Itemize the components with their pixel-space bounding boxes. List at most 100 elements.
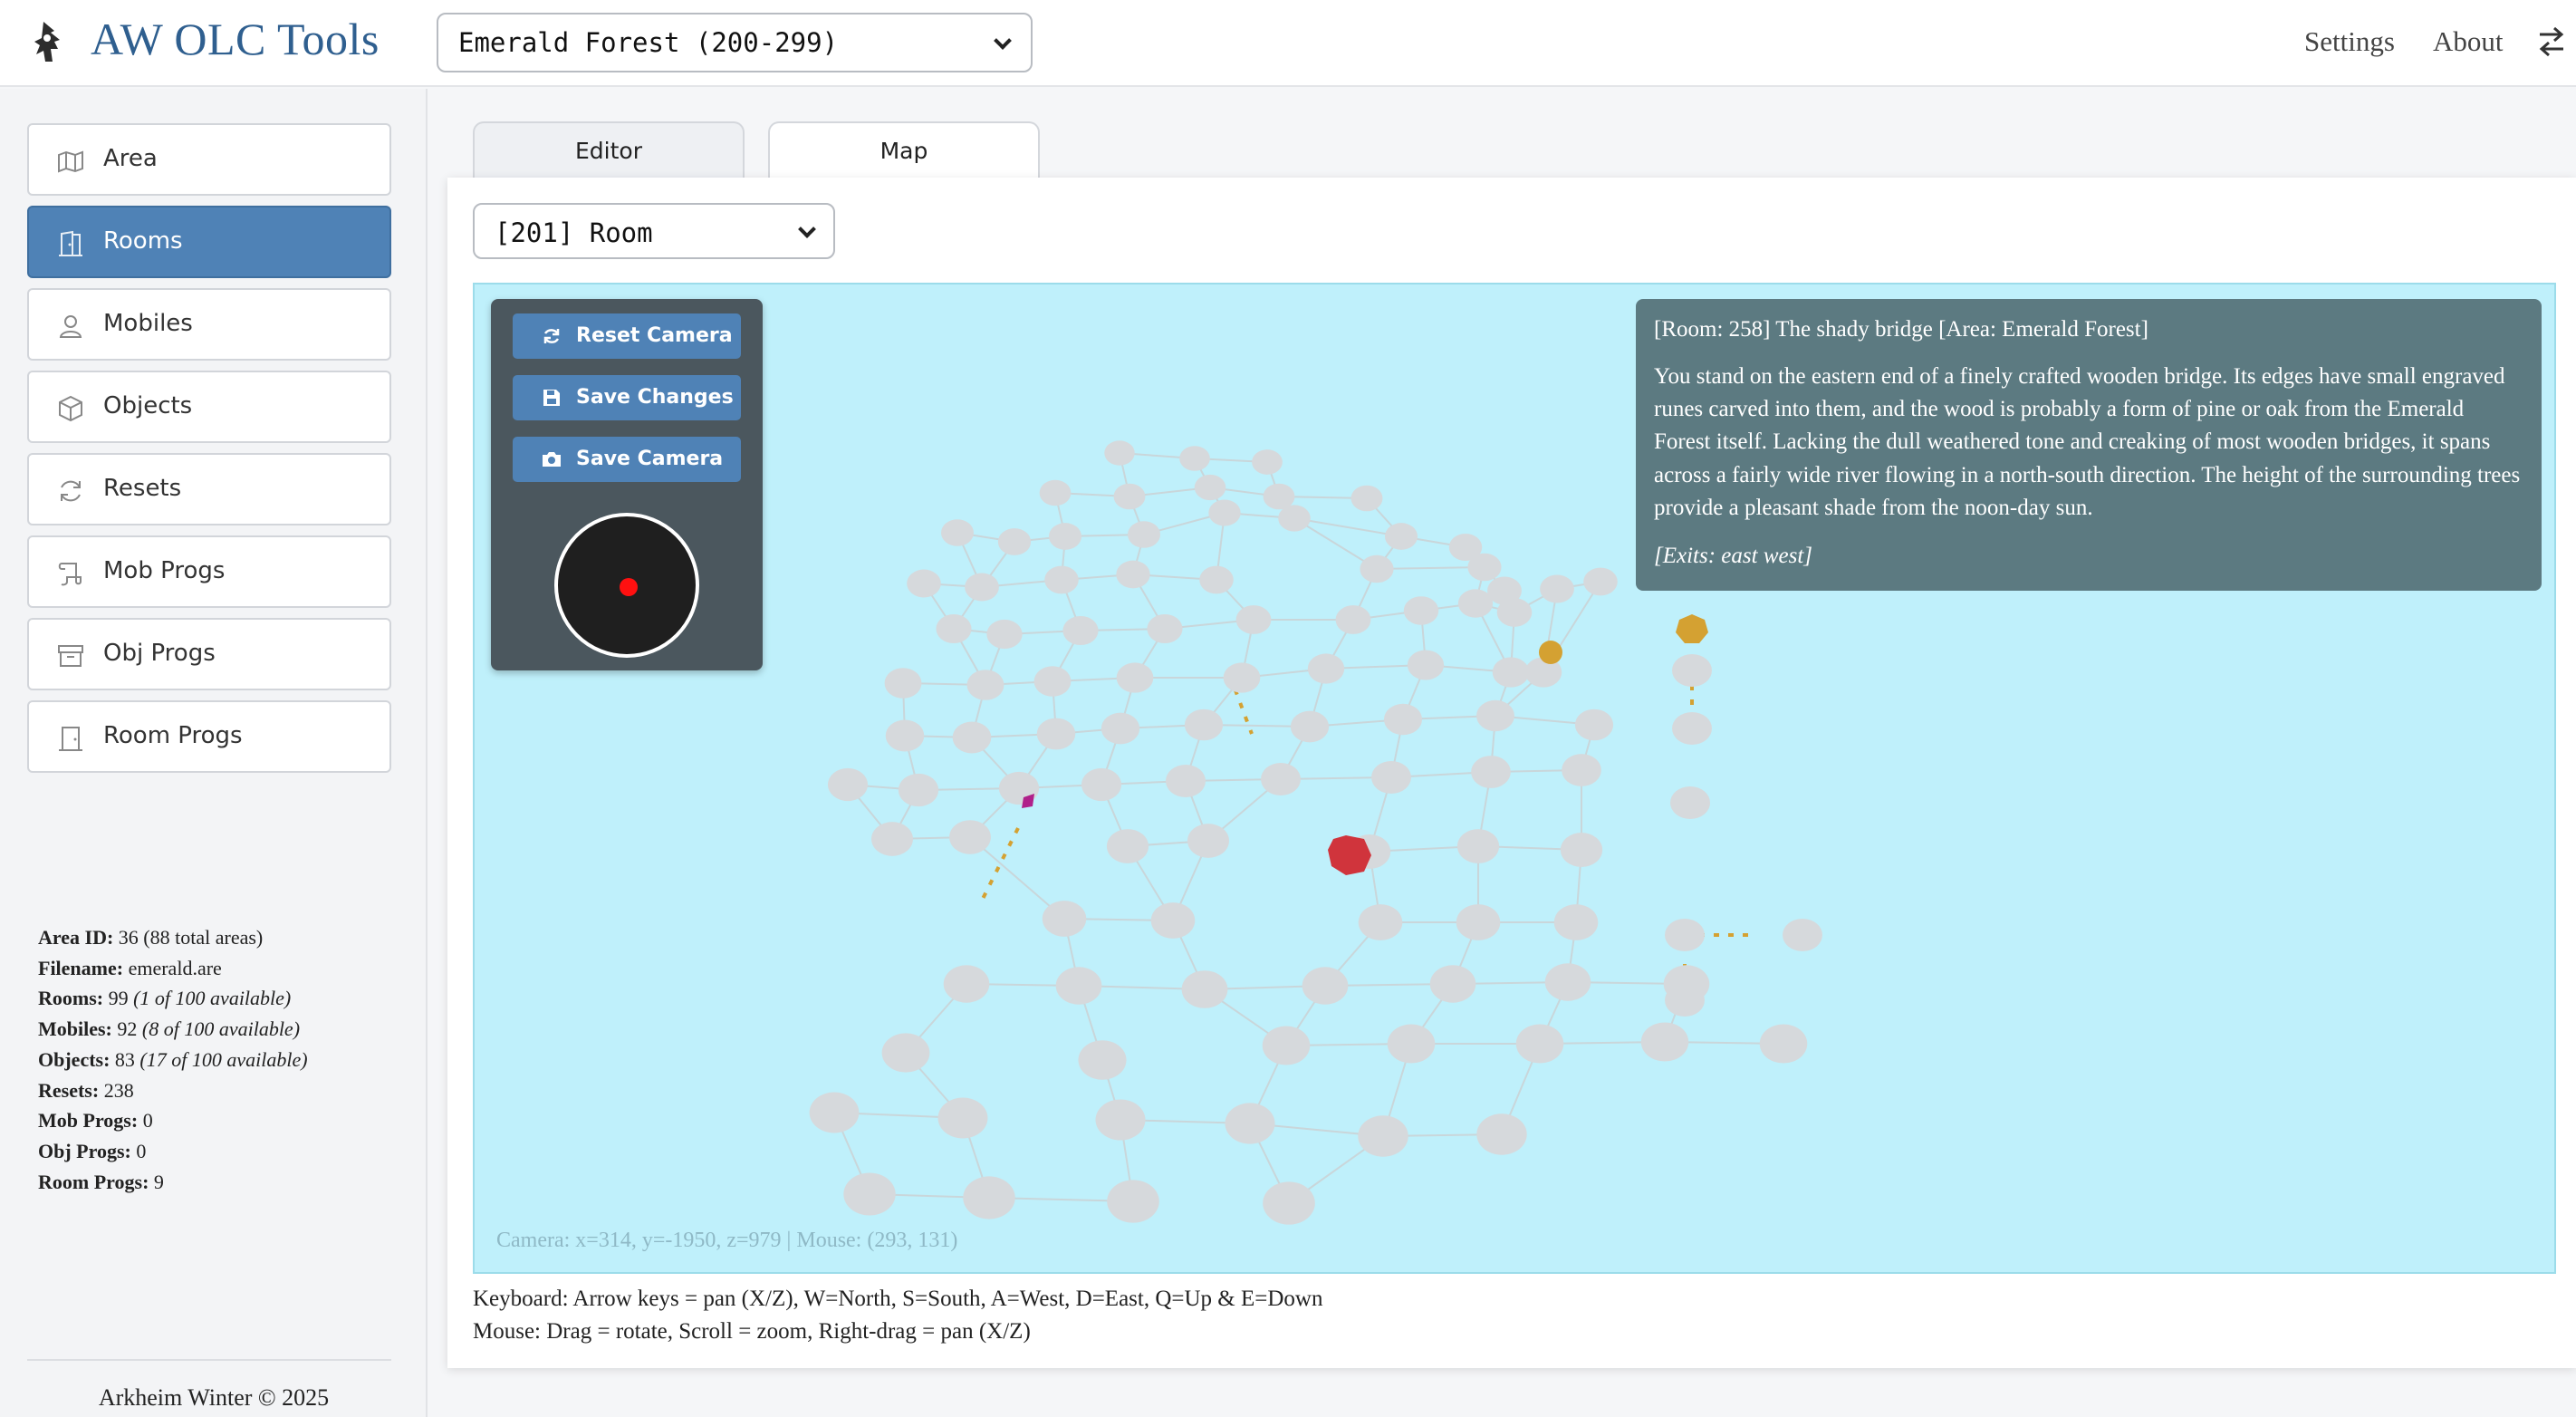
room-node[interactable] — [1583, 567, 1618, 596]
room-node[interactable] — [809, 1092, 860, 1133]
room-node[interactable] — [907, 569, 941, 598]
room-node[interactable] — [1107, 1180, 1159, 1223]
room-node[interactable] — [1104, 440, 1135, 466]
room-node[interactable] — [1335, 605, 1371, 634]
room-node[interactable] — [1471, 756, 1511, 788]
room-node[interactable] — [1302, 967, 1349, 1005]
room-node[interactable] — [943, 965, 990, 1003]
room-node[interactable] — [1290, 710, 1330, 743]
room-node[interactable] — [1560, 833, 1603, 867]
room-node[interactable] — [1358, 904, 1403, 940]
room-node[interactable] — [1263, 1181, 1315, 1225]
room-node[interactable] — [1261, 762, 1301, 796]
save-camera-button[interactable]: Save Camera — [513, 437, 741, 482]
room-node[interactable] — [884, 668, 922, 699]
room-node[interactable] — [1562, 754, 1601, 786]
room-node[interactable] — [1476, 699, 1514, 732]
room-node[interactable] — [871, 822, 913, 856]
room-node[interactable] — [1235, 605, 1272, 634]
sidebar-item-mob-progs[interactable]: Mob Progs — [27, 535, 391, 608]
room-node[interactable] — [949, 820, 991, 854]
room-node[interactable] — [936, 613, 972, 644]
sidebar-item-area[interactable]: Area — [27, 123, 391, 196]
room-node[interactable] — [1150, 902, 1196, 939]
room-node[interactable] — [1476, 1113, 1527, 1155]
room-node[interactable] — [1081, 767, 1122, 802]
room-node[interactable] — [952, 721, 992, 754]
room-node[interactable] — [1184, 708, 1224, 741]
room-node[interactable] — [881, 1033, 930, 1073]
room-node[interactable] — [1350, 485, 1383, 512]
room-node[interactable] — [1672, 654, 1712, 687]
sidebar-item-rooms[interactable]: Rooms — [27, 206, 391, 278]
room-node[interactable] — [1113, 483, 1146, 510]
save-changes-button[interactable]: Save Changes — [513, 375, 741, 420]
room-node[interactable] — [1515, 1024, 1564, 1064]
room-node[interactable] — [1496, 598, 1533, 627]
room-node[interactable] — [1179, 446, 1210, 471]
room-node[interactable] — [1783, 919, 1822, 951]
room-node[interactable] — [1044, 565, 1079, 594]
room-node[interactable] — [1208, 499, 1241, 526]
camera-joystick[interactable] — [554, 513, 699, 658]
room-node[interactable] — [1387, 1024, 1436, 1064]
room-node[interactable] — [1194, 474, 1226, 501]
area-select[interactable]: Emerald Forest (200-299) — [437, 13, 1033, 72]
room-node[interactable] — [1225, 1103, 1275, 1144]
room-node[interactable] — [1252, 449, 1283, 475]
room-node[interactable] — [1278, 505, 1311, 532]
room-node[interactable] — [1384, 523, 1418, 550]
room-node[interactable] — [1457, 589, 1494, 618]
room-node[interactable] — [1262, 1026, 1311, 1065]
room-node[interactable] — [1223, 662, 1261, 693]
room-node[interactable] — [1540, 574, 1574, 603]
swap-arrows-icon[interactable] — [2536, 25, 2567, 58]
room-node[interactable] — [1360, 554, 1394, 583]
room-node[interactable] — [898, 773, 939, 807]
room-node[interactable] — [1116, 662, 1154, 693]
room-node[interactable] — [1048, 523, 1082, 550]
room-node[interactable] — [1665, 919, 1705, 951]
tab-editor[interactable]: Editor — [473, 121, 745, 179]
room-node[interactable] — [940, 519, 975, 546]
room-node[interactable] — [1358, 1115, 1408, 1157]
room-node[interactable] — [1574, 708, 1614, 741]
room-node[interactable] — [1116, 560, 1150, 589]
room-node[interactable] — [1371, 760, 1411, 795]
joystick-knob[interactable] — [620, 578, 638, 596]
room-node[interactable] — [1672, 712, 1712, 745]
room-node[interactable] — [986, 619, 1023, 650]
room-node[interactable] — [963, 1176, 1015, 1219]
room-node[interactable] — [1307, 653, 1345, 684]
room-node[interactable] — [1042, 901, 1087, 937]
room-node[interactable] — [1544, 963, 1591, 1001]
sidebar-item-mobiles[interactable]: Mobiles — [27, 288, 391, 361]
room-node[interactable] — [885, 719, 925, 752]
room-select[interactable]: [201] Room — [473, 203, 835, 259]
room-node[interactable] — [1187, 824, 1229, 858]
room-node[interactable] — [1078, 1040, 1127, 1080]
room-node[interactable] — [1759, 1024, 1808, 1064]
room-node[interactable] — [966, 670, 1004, 700]
room-node[interactable] — [1199, 565, 1234, 594]
room-node[interactable] — [1456, 904, 1501, 940]
room-node-exit[interactable] — [1676, 614, 1708, 643]
room-node[interactable] — [1039, 479, 1072, 506]
room-node-selected[interactable] — [1328, 835, 1371, 875]
room-node[interactable] — [1095, 1099, 1146, 1141]
tab-map[interactable]: Map — [768, 121, 1040, 183]
room-node[interactable] — [1127, 521, 1161, 548]
room-node[interactable] — [1640, 1022, 1689, 1062]
room-node[interactable] — [1553, 904, 1599, 940]
room-node[interactable] — [1101, 712, 1140, 745]
room-node[interactable] — [843, 1172, 896, 1216]
room-node[interactable] — [1147, 613, 1183, 644]
sidebar-item-room-progs[interactable]: Room Progs — [27, 700, 391, 773]
reset-camera-button[interactable]: Reset Camera — [513, 313, 741, 359]
room-node[interactable] — [965, 573, 999, 602]
room-node[interactable] — [1106, 829, 1149, 863]
room-node[interactable] — [827, 767, 869, 802]
room-node[interactable] — [1665, 984, 1705, 1017]
room-node[interactable] — [1670, 786, 1710, 819]
sidebar-item-obj-progs[interactable]: Obj Progs — [27, 618, 391, 690]
